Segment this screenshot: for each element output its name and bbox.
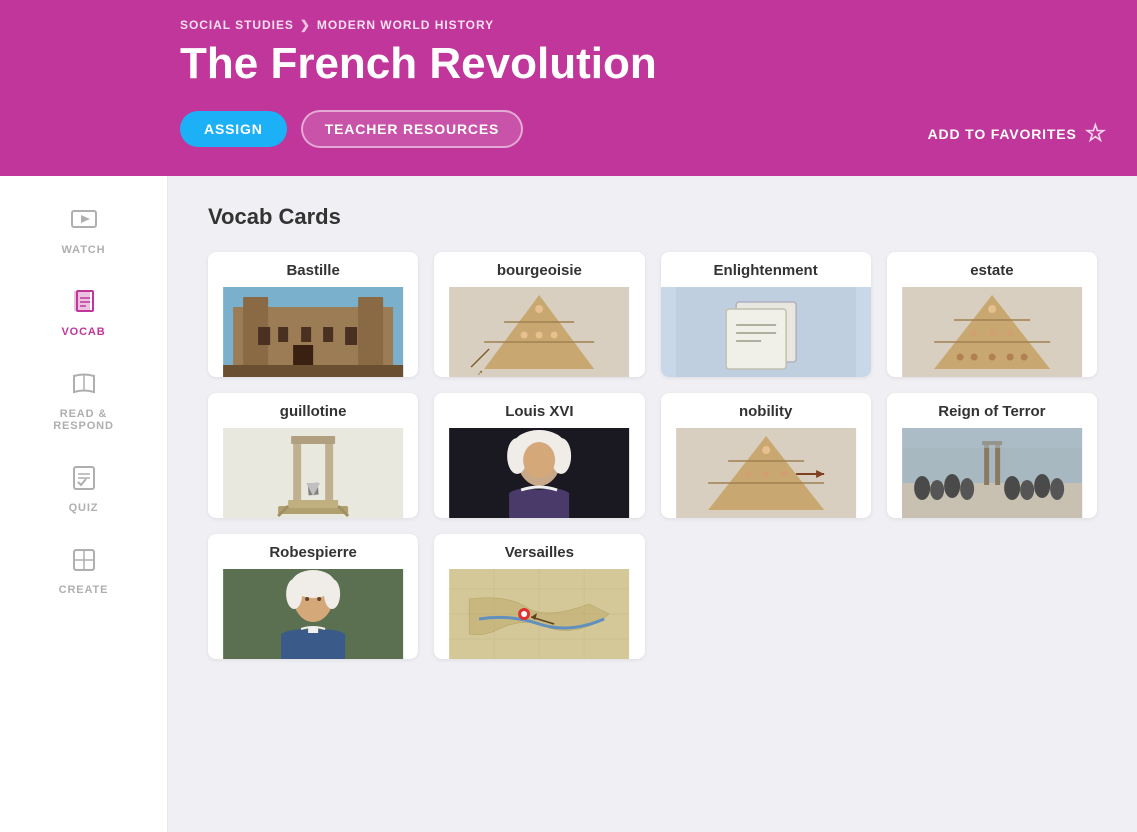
sidebar-read-label: READ & RESPOND (53, 408, 114, 432)
vocab-card-robespierre[interactable]: Robespierre (208, 534, 418, 659)
vocab-card-versailles[interactable]: Versailles (434, 534, 644, 659)
sidebar: WATCH VOCAB READ & RESPON (0, 176, 168, 832)
sidebar-item-watch[interactable]: WATCH (0, 192, 167, 270)
section-title: Vocab Cards (208, 204, 1097, 230)
vocab-card-robespierre-title: Robespierre (208, 534, 418, 569)
robespierre-image (208, 569, 418, 659)
page-header: SOCIAL STUDIES ❯ MODERN WORLD HISTORY Th… (0, 0, 1137, 176)
star-icon: ☆ (1085, 119, 1107, 148)
louis-xvi-image (434, 428, 644, 518)
estate-image (887, 287, 1097, 377)
vocab-card-guillotine[interactable]: guillotine (208, 393, 418, 518)
bourgeoisie-image: ↗ (434, 287, 644, 377)
vocab-card-bourgeoisie-title: bourgeoisie (434, 252, 644, 287)
app-body: WATCH VOCAB READ & RESPON (0, 176, 1137, 832)
breadcrumb-chevron: ❯ (300, 18, 311, 32)
vocab-icon (70, 288, 98, 320)
vocab-card-reign-of-terror[interactable]: Reign of Terror (887, 393, 1097, 518)
vocab-card-reign-of-terror-title: Reign of Terror (887, 393, 1097, 428)
enlightenment-image (661, 287, 871, 377)
versailles-image (434, 569, 644, 659)
teacher-resources-button[interactable]: TEACHER RESOURCES (301, 110, 524, 148)
sidebar-vocab-label: VOCAB (61, 326, 105, 338)
sidebar-item-quiz[interactable]: QUIZ (0, 450, 167, 528)
watch-icon (70, 206, 98, 238)
vocab-card-estate[interactable]: estate (887, 252, 1097, 377)
assign-button[interactable]: ASSIGN (180, 111, 287, 147)
vocab-card-enlightenment[interactable]: Enlightenment (661, 252, 871, 377)
vocab-card-nobility[interactable]: nobility (661, 393, 871, 518)
vocab-card-louis-xvi-title: Louis XVI (434, 393, 644, 428)
main-content: Vocab Cards Bastille (168, 176, 1137, 832)
vocab-card-guillotine-title: guillotine (208, 393, 418, 428)
vocab-card-nobility-title: nobility (661, 393, 871, 428)
guillotine-image (208, 428, 418, 518)
read-icon (70, 370, 98, 402)
bastille-image (208, 287, 418, 377)
quiz-icon (70, 464, 98, 496)
add-to-favorites-button[interactable]: ADD TO FAVORITES ☆ (928, 119, 1107, 148)
vocab-card-louis-xvi[interactable]: Louis XVI (434, 393, 644, 518)
svg-text:↗: ↗ (477, 370, 483, 377)
sidebar-create-label: CREATE (59, 584, 109, 596)
vocab-card-estate-title: estate (887, 252, 1097, 287)
page-title: The French Revolution (180, 40, 1107, 88)
vocab-card-versailles-title: Versailles (434, 534, 644, 569)
sidebar-item-create[interactable]: CREATE (0, 532, 167, 610)
vocab-card-bastille-title: Bastille (208, 252, 418, 287)
create-icon (70, 546, 98, 578)
breadcrumb-subject: SOCIAL STUDIES (180, 18, 294, 32)
sidebar-quiz-label: QUIZ (69, 502, 99, 514)
sidebar-watch-label: WATCH (62, 244, 106, 256)
vocab-card-bastille[interactable]: Bastille (208, 252, 418, 377)
vocab-card-bourgeoisie[interactable]: bourgeoisie ↗ (434, 252, 644, 377)
sidebar-item-vocab[interactable]: VOCAB (0, 274, 167, 352)
breadcrumb: SOCIAL STUDIES ❯ MODERN WORLD HISTORY (180, 18, 1107, 32)
vocab-card-enlightenment-title: Enlightenment (661, 252, 871, 287)
add-favorites-label: ADD TO FAVORITES (928, 126, 1077, 142)
reign-of-terror-image (887, 428, 1097, 518)
sidebar-item-read[interactable]: READ & RESPOND (0, 356, 167, 446)
vocab-grid: Bastille (208, 252, 1097, 659)
nobility-image (661, 428, 871, 518)
breadcrumb-topic: MODERN WORLD HISTORY (317, 18, 494, 32)
